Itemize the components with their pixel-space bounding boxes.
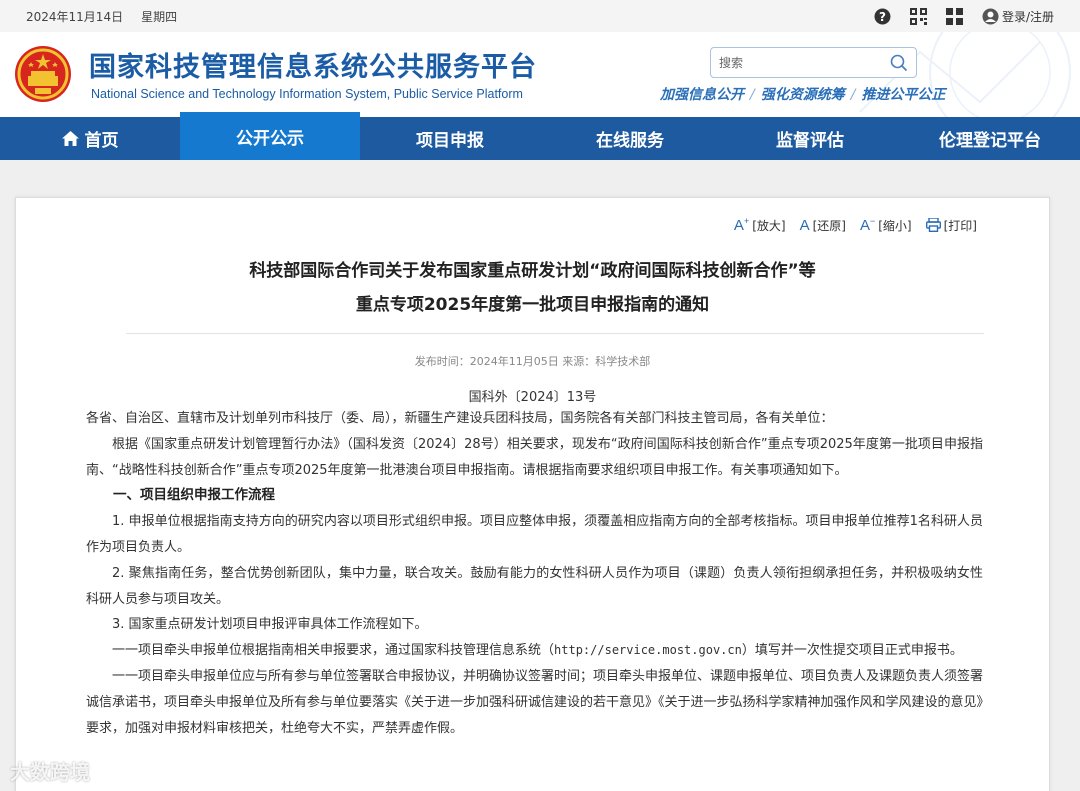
- user-avatar-icon: [982, 8, 999, 24]
- font-enlarge-icon: A+: [733, 216, 750, 234]
- login-register-label: 登录/注册: [1001, 9, 1054, 24]
- site-slogan: 加强信息公开 / 强化资源统筹 / 推进公平公正: [660, 87, 946, 103]
- process-step-1-pre: 一一项目牵头申报单位根据指南相关申报要求，通过国家科技管理信息系统（: [112, 643, 555, 659]
- slogan-part-2: 强化资源统筹: [760, 87, 845, 103]
- reset-font-button[interactable]: A [还原]: [800, 217, 846, 234]
- article-tools: A+ [放大] A [还原] A− [缩小] [打印]: [734, 216, 977, 234]
- slogan-part-1: 加强信息公开: [660, 87, 744, 103]
- nav-item-project-application[interactable]: 项目申报: [360, 117, 540, 160]
- nav-item-home[interactable]: 首页: [0, 117, 180, 160]
- site-title-en: National Science and Technology Informat…: [91, 87, 523, 101]
- search-input[interactable]: [719, 55, 890, 70]
- nav-item-online-service-label: 在线服务: [596, 131, 664, 151]
- site-title-cn: 国家科技管理信息系统公共服务平台: [89, 52, 537, 83]
- list-item-2: 2. 聚焦指南任务，整合优势创新团队，集中力量，联合攻关。鼓励有能力的女性科研人…: [86, 565, 983, 607]
- top-bar: 2024年11月14日 星期四 ? 登录/注册: [0, 0, 1080, 32]
- svg-text:?: ?: [879, 9, 886, 23]
- search-icon[interactable]: [890, 54, 908, 72]
- process-step-1: 一一项目牵头申报单位根据指南相关申报要求，通过国家科技管理信息系统（http:/…: [86, 638, 983, 664]
- section-heading-1: 一、项目组织申报工作流程: [113, 487, 275, 504]
- nav-item-home-label: 首页: [84, 131, 119, 151]
- current-weekday: 星期四: [141, 9, 178, 24]
- nav-item-supervision[interactable]: 监督评估: [720, 117, 900, 160]
- nav-item-supervision-label: 监督评估: [776, 131, 844, 151]
- apps-grid-icon[interactable]: [946, 7, 964, 25]
- nav-item-ethics-registration[interactable]: 伦理登记平台: [900, 117, 1080, 160]
- nav-item-public-notice[interactable]: 公开公示: [180, 112, 360, 160]
- main-nav: 首页 公开公示 项目申报 在线服务 监督评估 伦理登记平台: [0, 112, 1080, 160]
- login-register-link[interactable]: 登录/注册: [982, 8, 1054, 25]
- enlarge-font-button[interactable]: A+ [放大]: [734, 216, 786, 234]
- recipients-paragraph: 各省、自治区、直辖市及计划单列市科技厅（委、局），新疆生产建设兵团科技局，国务院…: [86, 411, 834, 426]
- shrink-font-button[interactable]: A− [缩小]: [860, 216, 912, 234]
- print-icon: [925, 218, 941, 232]
- service-url-link[interactable]: http://service.most.gov.cn: [554, 643, 742, 657]
- article-title-line-2: 重点专项2025年度第一批项目申报指南的通知: [355, 295, 710, 315]
- home-icon: [61, 131, 79, 146]
- site-header: 国家科技管理信息系统公共服务平台 National Science and Te…: [0, 32, 1080, 117]
- shrink-label: [缩小]: [878, 218, 912, 233]
- nav-item-ethics-registration-label: 伦理登记平台: [939, 131, 1041, 151]
- print-label: [打印]: [943, 218, 977, 233]
- article-card: A+ [放大] A [还原] A− [缩小] [打印] 科技部国际合作司关于发布…: [15, 197, 1050, 791]
- nav-item-project-application-label: 项目申报: [416, 131, 484, 151]
- search-box: [710, 47, 917, 78]
- list-item-1: 1. 申报单位根据指南支持方向的研究内容以项目形式组织申报。项目应整体申报，须覆…: [86, 514, 983, 555]
- help-icon[interactable]: ?: [874, 7, 892, 25]
- nav-item-public-notice-label: 公开公示: [236, 128, 304, 149]
- article-title-line-1: 科技部国际合作司关于发布国家重点研发计划“政府间国际科技创新合作”等: [249, 261, 816, 281]
- title-divider: [126, 333, 984, 334]
- article-meta: 发布时间：2024年11月05日 来源：科学技术部: [414, 355, 651, 368]
- font-shrink-icon: A−: [859, 216, 876, 234]
- document-number: 国科外〔2024〕13号: [468, 390, 597, 405]
- process-step-1-post: ）填写并一次性提交项目正式申报书。: [741, 643, 963, 659]
- process-step-2: 一一项目牵头申报单位应与所有参与单位签署联合申报协议，并明确协议签署时间；项目牵…: [86, 668, 984, 736]
- slogan-part-3: 推进公平公正: [861, 87, 946, 103]
- body-paragraph-1: 根据《国家重点研发计划管理暂行办法》（国科发资〔2024〕28号）相关要求，现发…: [86, 436, 983, 478]
- article-body: 各省、自治区、直辖市及计划单列市科技厅（委、局），新疆生产建设兵团科技局，国务院…: [86, 406, 983, 741]
- font-reset-icon: A: [799, 216, 810, 234]
- reset-label: [还原]: [812, 218, 846, 233]
- top-bar-actions: ? 登录/注册: [874, 7, 1054, 25]
- national-emblem-logo[interactable]: [13, 44, 73, 104]
- current-date: 2024年11月14日: [26, 9, 124, 24]
- list-item-3: 3. 国家重点研发计划项目申报评审具体工作流程如下。: [112, 617, 428, 633]
- qrcode-icon[interactable]: [910, 7, 928, 25]
- watermark-text: 大数跨境: [10, 760, 90, 784]
- nav-item-online-service[interactable]: 在线服务: [540, 117, 720, 160]
- print-button[interactable]: [打印]: [925, 217, 977, 234]
- enlarge-label: [放大]: [752, 218, 786, 233]
